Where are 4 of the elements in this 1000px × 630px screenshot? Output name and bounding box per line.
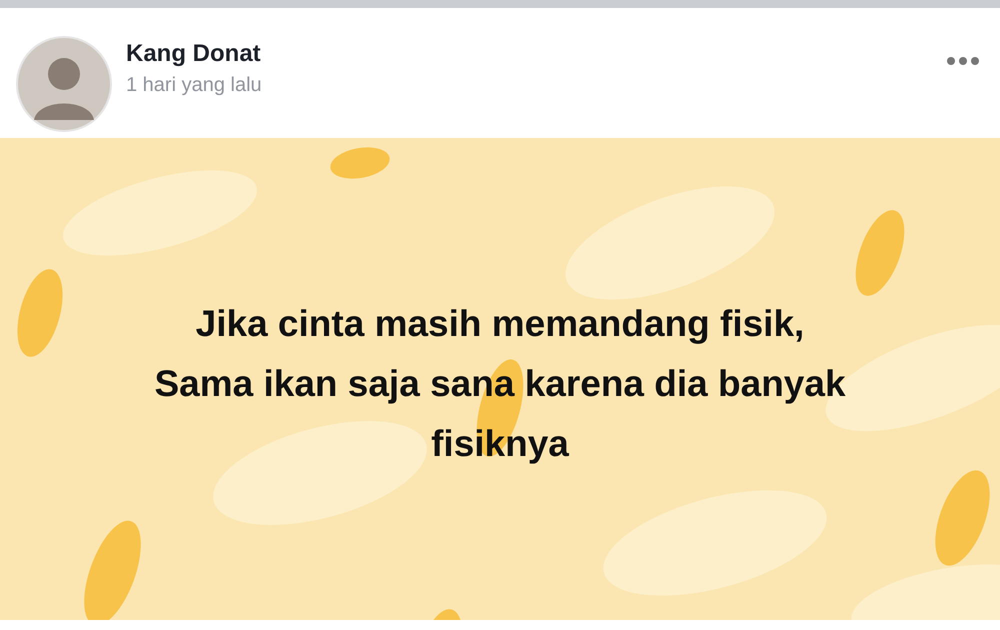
more-options-icon[interactable] bbox=[946, 56, 980, 66]
avatar-icon[interactable] bbox=[16, 36, 112, 132]
author-name[interactable]: Kang Donat bbox=[126, 40, 946, 68]
post-text: Jika cinta masih memandang fisik, Sama ikan saja sana karena dia banyak fisiknya bbox=[154, 302, 846, 466]
